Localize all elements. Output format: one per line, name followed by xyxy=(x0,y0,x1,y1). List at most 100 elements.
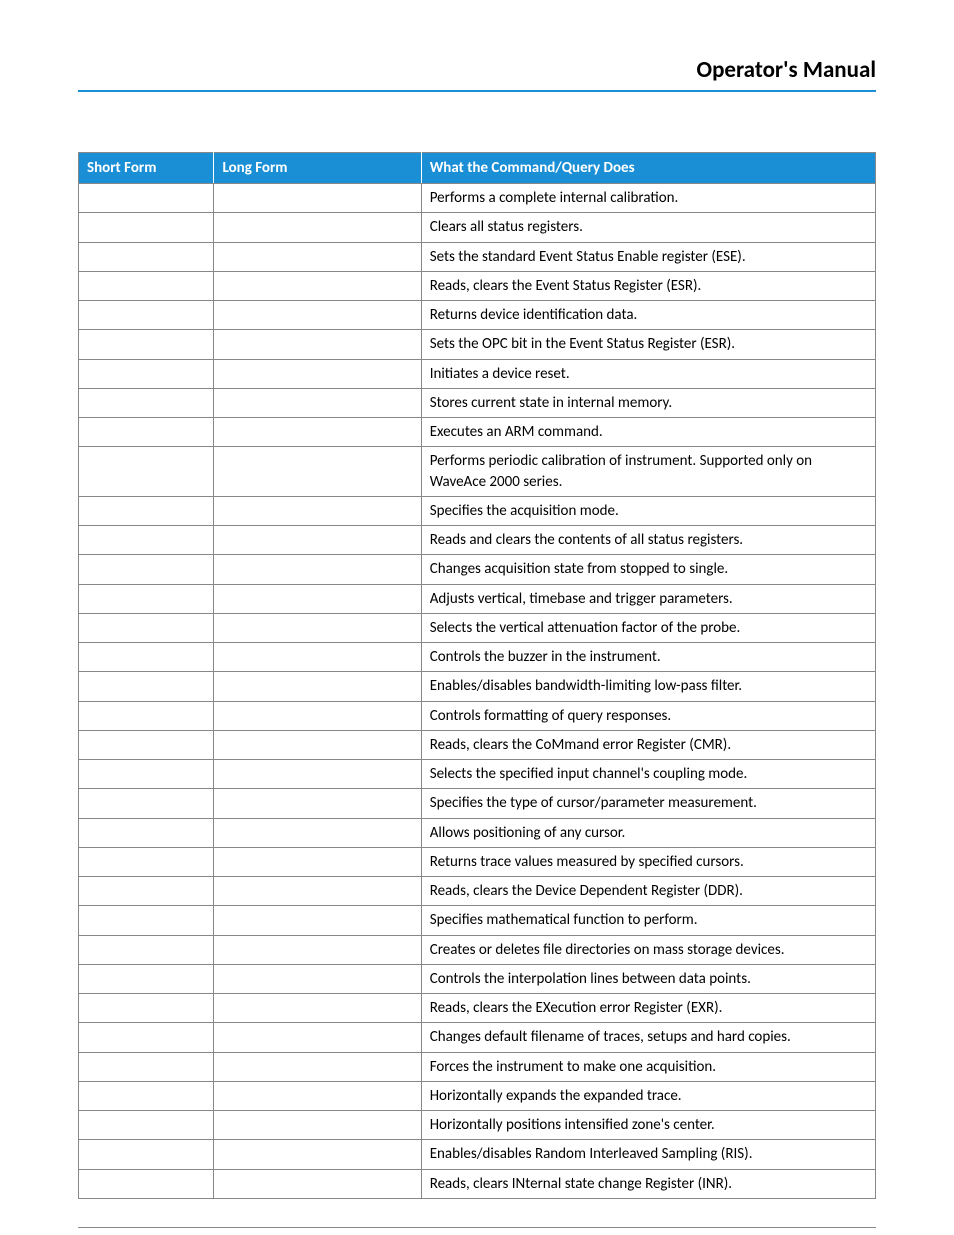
table-cell-short xyxy=(79,526,214,555)
table-cell-desc: Sets the OPC bit in the Event Status Reg… xyxy=(421,330,875,359)
table-cell-long xyxy=(214,359,421,388)
table-cell-long xyxy=(214,877,421,906)
table-cell-short xyxy=(79,701,214,730)
table-cell-short xyxy=(79,555,214,584)
table-cell-long xyxy=(214,271,421,300)
table-cell-short xyxy=(79,906,214,935)
table-cell-long xyxy=(214,418,421,447)
table-cell-long xyxy=(214,730,421,759)
table-cell-desc: Reads, clears the Device Dependent Regis… xyxy=(421,877,875,906)
table-cell-long xyxy=(214,789,421,818)
table-cell-short xyxy=(79,213,214,242)
table-row: Controls the buzzer in the instrument. xyxy=(79,643,876,672)
table-row: Reads, clears the EXecution error Regist… xyxy=(79,994,876,1023)
table-cell-desc: Forces the instrument to make one acquis… xyxy=(421,1052,875,1081)
table-row: Controls the interpolation lines between… xyxy=(79,964,876,993)
table-cell-long xyxy=(214,301,421,330)
table-cell-long xyxy=(214,496,421,525)
table-cell-desc: Controls the buzzer in the instrument. xyxy=(421,643,875,672)
table-cell-short xyxy=(79,1111,214,1140)
table-cell-desc: Specifies the acquisition mode. xyxy=(421,496,875,525)
table-cell-desc: Stores current state in internal memory. xyxy=(421,388,875,417)
table-row: Returns device identification data. xyxy=(79,301,876,330)
table-cell-desc: Returns trace values measured by specifi… xyxy=(421,847,875,876)
table-cell-long xyxy=(214,994,421,1023)
table-cell-short xyxy=(79,1052,214,1081)
table-cell-desc: Enables/disables bandwidth-limiting low-… xyxy=(421,672,875,701)
table-cell-short xyxy=(79,1023,214,1052)
table-row: Allows positioning of any cursor. xyxy=(79,818,876,847)
table-row: Specifies the type of cursor/parameter m… xyxy=(79,789,876,818)
table-cell-desc: Executes an ARM command. xyxy=(421,418,875,447)
table-row: Returns trace values measured by specifi… xyxy=(79,847,876,876)
table-cell-long xyxy=(214,555,421,584)
table-cell-long xyxy=(214,613,421,642)
table-cell-long xyxy=(214,1169,421,1198)
table-cell-desc: Selects the specified input channel's co… xyxy=(421,760,875,789)
table-row: Performs periodic calibration of instrum… xyxy=(79,447,876,497)
table-row: Reads, clears the Device Dependent Regis… xyxy=(79,877,876,906)
table-cell-long xyxy=(214,847,421,876)
table-cell-long xyxy=(214,1111,421,1140)
table-cell-long xyxy=(214,964,421,993)
command-table: Short Form Long Form What the Command/Qu… xyxy=(78,152,876,1199)
table-cell-long xyxy=(214,701,421,730)
table-cell-desc: Enables/disables Random Interleaved Samp… xyxy=(421,1140,875,1169)
table-cell-long xyxy=(214,242,421,271)
table-cell-long xyxy=(214,584,421,613)
table-row: Reads, clears INternal state change Regi… xyxy=(79,1169,876,1198)
table-cell-long xyxy=(214,906,421,935)
table-cell-desc: Reads and clears the contents of all sta… xyxy=(421,526,875,555)
table-cell-long xyxy=(214,672,421,701)
table-row: Selects the specified input channel's co… xyxy=(79,760,876,789)
table-cell-long xyxy=(214,1140,421,1169)
table-cell-desc: Allows positioning of any cursor. xyxy=(421,818,875,847)
table-cell-desc: Selects the vertical attenuation factor … xyxy=(421,613,875,642)
table-cell-long xyxy=(214,330,421,359)
table-cell-desc: Creates or deletes file directories on m… xyxy=(421,935,875,964)
table-cell-desc: Changes acquisition state from stopped t… xyxy=(421,555,875,584)
table-cell-desc: Reads, clears INternal state change Regi… xyxy=(421,1169,875,1198)
table-row: Enables/disables bandwidth-limiting low-… xyxy=(79,672,876,701)
table-cell-short xyxy=(79,643,214,672)
table-cell-long xyxy=(214,184,421,213)
table-row: Horizontally positions intensified zone'… xyxy=(79,1111,876,1140)
table-cell-short xyxy=(79,818,214,847)
table-cell-long xyxy=(214,1023,421,1052)
table-row: Reads, clears the Event Status Register … xyxy=(79,271,876,300)
table-row: Adjusts vertical, timebase and trigger p… xyxy=(79,584,876,613)
table-cell-short xyxy=(79,672,214,701)
table-cell-short xyxy=(79,184,214,213)
table-cell-desc: Changes default filename of traces, setu… xyxy=(421,1023,875,1052)
table-cell-short xyxy=(79,935,214,964)
table-cell-short xyxy=(79,584,214,613)
table-row: Changes default filename of traces, setu… xyxy=(79,1023,876,1052)
table-cell-desc: Reads, clears the CoMmand error Register… xyxy=(421,730,875,759)
table-cell-short xyxy=(79,1169,214,1198)
table-cell-short xyxy=(79,418,214,447)
table-cell-short xyxy=(79,271,214,300)
table-cell-long xyxy=(214,213,421,242)
table-cell-short xyxy=(79,330,214,359)
table-row: Horizontally expands the expanded trace. xyxy=(79,1081,876,1110)
table-cell-long xyxy=(214,643,421,672)
table-row: Executes an ARM command. xyxy=(79,418,876,447)
table-cell-long xyxy=(214,1081,421,1110)
table-cell-short xyxy=(79,359,214,388)
table-row: Creates or deletes file directories on m… xyxy=(79,935,876,964)
table-cell-desc: Horizontally positions intensified zone'… xyxy=(421,1111,875,1140)
table-cell-desc: Reads, clears the Event Status Register … xyxy=(421,271,875,300)
page-title: Operator's Manual xyxy=(78,56,876,92)
table-cell-desc: Sets the standard Event Status Enable re… xyxy=(421,242,875,271)
table-row: Selects the vertical attenuation factor … xyxy=(79,613,876,642)
table-cell-short xyxy=(79,877,214,906)
table-cell-desc: Controls the interpolation lines between… xyxy=(421,964,875,993)
table-row: Sets the standard Event Status Enable re… xyxy=(79,242,876,271)
table-cell-short xyxy=(79,847,214,876)
table-row: Reads and clears the contents of all sta… xyxy=(79,526,876,555)
table-cell-short xyxy=(79,964,214,993)
table-cell-long xyxy=(214,388,421,417)
table-cell-short xyxy=(79,242,214,271)
table-row: Sets the OPC bit in the Event Status Reg… xyxy=(79,330,876,359)
table-row: Specifies mathematical function to perfo… xyxy=(79,906,876,935)
